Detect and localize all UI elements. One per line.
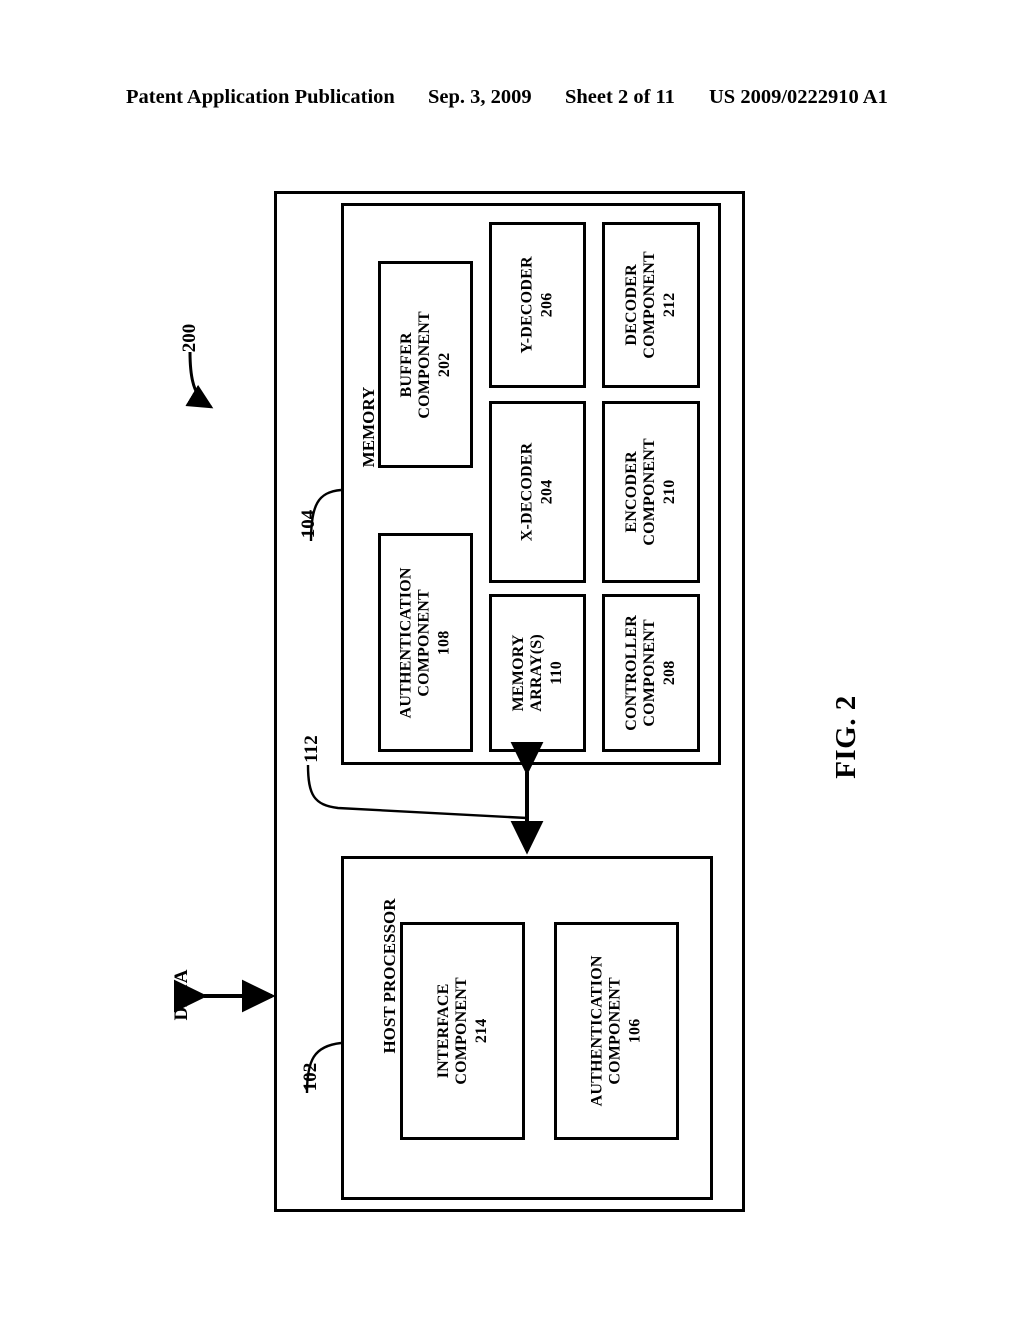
- block-encoder-component-labelwrap: ENCODER COMPONENT 210: [605, 404, 697, 580]
- host-processor-title: HOST PROCESSOR: [380, 898, 399, 1054]
- block-memory-arrays: MEMORY ARRAY(S) 110: [489, 594, 586, 752]
- block-interface-component-label: INTERFACE COMPONENT 214: [434, 977, 490, 1085]
- block-authentication-component-host-labelwrap: AUTHENTICATION COMPONENT 106: [557, 925, 676, 1137]
- block-authentication-component-memory-labelwrap: AUTHENTICATION COMPONENT 108: [381, 536, 470, 749]
- block-controller-component: CONTROLLER COMPONENT 208: [602, 594, 700, 752]
- block-authentication-component-host: AUTHENTICATION COMPONENT 106: [554, 922, 679, 1140]
- block-controller-component-label: CONTROLLER COMPONENT 208: [623, 615, 678, 731]
- data-label: DATA: [171, 969, 192, 1021]
- block-decoder-component: DECODER COMPONENT 212: [602, 222, 700, 388]
- block-decoder-component-label: DECODER COMPONENT 212: [623, 251, 678, 359]
- patent-figure: MEMORY HOST PROCESSOR BUFFER COMPONENT 2…: [0, 0, 1024, 1320]
- block-authentication-component-memory-label: AUTHENTICATION COMPONENT 108: [397, 567, 453, 718]
- block-x-decoder-labelwrap: X-DECODER 204: [492, 404, 583, 580]
- ref-102: 102: [300, 1062, 321, 1092]
- block-buffer-component-label: BUFFER COMPONENT 202: [397, 310, 453, 419]
- block-authentication-component-host-label: AUTHENTICATION COMPONENT 106: [588, 955, 644, 1107]
- block-authentication-component-memory: AUTHENTICATION COMPONENT 108: [378, 533, 473, 752]
- block-memory-arrays-labelwrap: MEMORY ARRAY(S) 110: [492, 597, 583, 749]
- block-y-decoder-labelwrap: Y-DECODER 206: [492, 225, 583, 385]
- block-buffer-component-labelwrap: BUFFER COMPONENT 202: [381, 264, 470, 465]
- block-y-decoder: Y-DECODER 206: [489, 222, 586, 388]
- block-x-decoder-label: X-DECODER 204: [518, 442, 556, 542]
- block-buffer-component: BUFFER COMPONENT 202: [378, 261, 473, 468]
- ref-200: 200: [179, 323, 200, 353]
- ref-112: 112: [301, 735, 322, 763]
- block-interface-component: INTERFACE COMPONENT 214: [400, 922, 525, 1140]
- block-encoder-component-label: ENCODER COMPONENT 210: [623, 438, 678, 546]
- block-controller-component-labelwrap: CONTROLLER COMPONENT 208: [605, 597, 697, 749]
- block-x-decoder: X-DECODER 204: [489, 401, 586, 583]
- block-decoder-component-labelwrap: DECODER COMPONENT 212: [605, 225, 697, 385]
- ref-104: 104: [298, 509, 319, 539]
- block-y-decoder-label: Y-DECODER 206: [518, 256, 556, 354]
- block-encoder-component: ENCODER COMPONENT 210: [602, 401, 700, 583]
- figure-caption: FIG. 2: [830, 695, 862, 779]
- block-memory-arrays-label: MEMORY ARRAY(S) 110: [509, 634, 565, 712]
- block-interface-component-labelwrap: INTERFACE COMPONENT 214: [403, 925, 522, 1137]
